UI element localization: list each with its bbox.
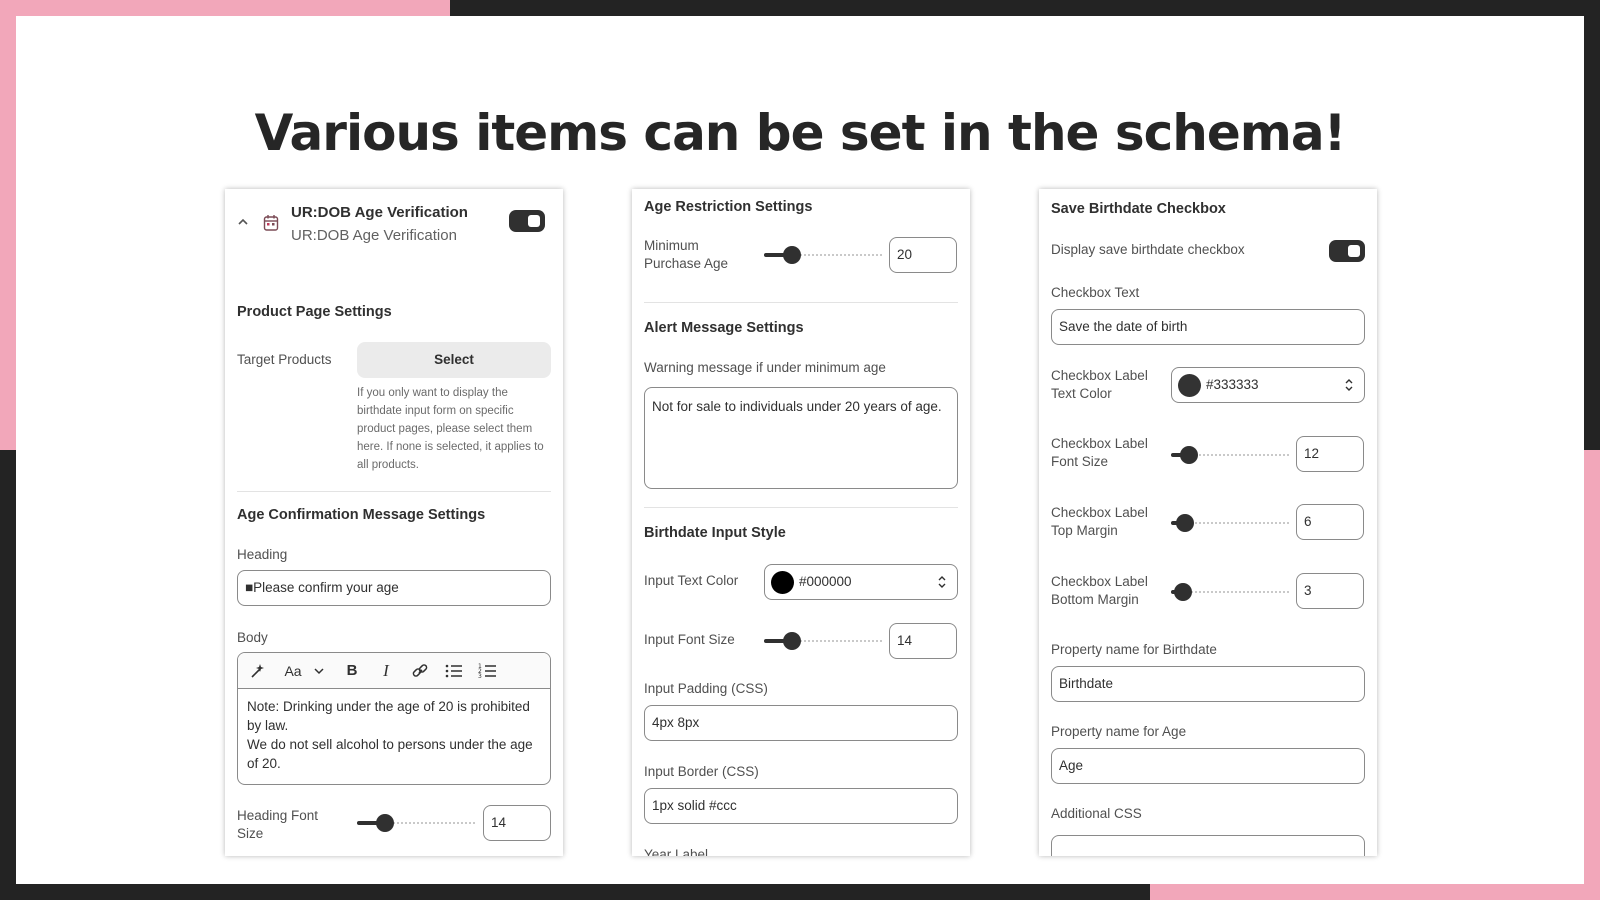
alert-section-title: Alert Message Settings xyxy=(644,320,804,336)
divider xyxy=(644,302,958,303)
chevron-down-icon[interactable] xyxy=(313,661,325,681)
slider-thumb[interactable] xyxy=(376,814,394,832)
divider xyxy=(644,507,958,508)
link-icon[interactable] xyxy=(411,661,429,681)
product-page-section-title: Product Page Settings xyxy=(237,304,392,320)
label-top-margin-slider[interactable] xyxy=(1171,513,1289,533)
editor-toolbar: Aa B I 1 2 3 xyxy=(238,653,550,689)
slider-thumb[interactable] xyxy=(783,632,801,650)
heading-input[interactable]: ■Please confirm your age xyxy=(237,570,551,606)
label-color-value: #333333 xyxy=(1206,377,1259,392)
bullet-list-icon[interactable] xyxy=(444,661,464,681)
divider xyxy=(237,491,551,492)
body-content: Note: Drinking under the age of 20 is pr… xyxy=(247,697,541,773)
numbered-list-icon[interactable]: 1 2 3 xyxy=(478,661,498,681)
display-checkbox-toggle[interactable] xyxy=(1329,240,1365,262)
input-text-color-select[interactable]: #000000 xyxy=(764,564,958,600)
prop-birthdate-input[interactable]: Birthdate xyxy=(1051,666,1365,702)
checkbox-text-label: Checkbox Text xyxy=(1051,285,1140,300)
color-swatch xyxy=(1178,374,1201,397)
label-bottom-margin-label: Checkbox Label Bottom Margin xyxy=(1051,574,1148,607)
target-products-help-text: If you only want to display the birthdat… xyxy=(357,387,544,471)
input-font-size-label: Input Font Size xyxy=(644,632,735,647)
heading-label: Heading xyxy=(237,547,288,562)
panel-age-restriction: Age Restriction Settings Minimum Purchas… xyxy=(632,189,970,856)
input-padding-label: Input Padding (CSS) xyxy=(644,681,768,696)
heading-font-size-label: Heading Font Size xyxy=(237,808,319,841)
prop-age-label: Property name for Age xyxy=(1051,724,1187,739)
app-enabled-toggle[interactable] xyxy=(509,210,545,232)
input-border-label: Input Border (CSS) xyxy=(644,764,759,779)
additional-css-label: Additional CSS xyxy=(1051,806,1142,821)
input-padding-field[interactable]: 4px 8px xyxy=(644,705,958,741)
input-border-field[interactable]: 1px solid #ccc xyxy=(644,788,958,824)
min-age-label: Minimum Purchase Age xyxy=(644,238,729,271)
app-subtitle: UR:DOB Age Verification xyxy=(291,227,457,244)
label-bottom-margin-slider[interactable] xyxy=(1171,582,1289,602)
slider-thumb[interactable] xyxy=(1176,514,1194,532)
label-top-margin-label: Checkbox Label Top Margin xyxy=(1051,505,1148,538)
heading-font-size-slider[interactable] xyxy=(357,813,475,833)
warning-message-label: Warning message if under minimum age xyxy=(644,360,886,375)
label-font-size-slider[interactable] xyxy=(1171,445,1289,465)
panel-save-birthdate: Save Birthdate Checkbox Display save bir… xyxy=(1039,189,1377,856)
label-font-size-label: Checkbox Label Font Size xyxy=(1051,436,1148,469)
year-label-label: Year Label xyxy=(644,847,709,856)
age-restriction-section-title: Age Restriction Settings xyxy=(644,199,813,215)
font-style-button[interactable]: Aa xyxy=(282,661,304,681)
input-font-size-input[interactable]: 14 xyxy=(889,623,957,659)
body-line-1: Note: Drinking under the age of 20 is pr… xyxy=(247,699,530,733)
display-checkbox-label: Display save birthdate checkbox xyxy=(1051,242,1245,257)
color-swatch xyxy=(771,571,794,594)
app-title: UR:DOB Age Verification xyxy=(291,204,468,221)
chevron-up-icon[interactable] xyxy=(237,217,249,227)
heading-font-size-input[interactable]: 14 xyxy=(483,805,551,841)
slider-thumb[interactable] xyxy=(1180,446,1198,464)
magic-icon[interactable] xyxy=(248,661,266,681)
panel-app-settings: UR:DOB Age Verification UR:DOB Age Verif… xyxy=(225,189,563,856)
label-color-select[interactable]: #333333 xyxy=(1171,367,1365,403)
min-age-input[interactable]: 20 xyxy=(889,237,957,273)
prop-age-input[interactable]: Age xyxy=(1051,748,1365,784)
body-label: Body xyxy=(237,630,268,645)
age-confirmation-section-title: Age Confirmation Message Settings xyxy=(237,507,486,523)
bold-button[interactable]: B xyxy=(343,661,361,681)
checkbox-text-input[interactable]: Save the date of birth xyxy=(1051,309,1365,345)
select-arrows-icon xyxy=(1345,379,1353,391)
save-birthdate-section-title: Save Birthdate Checkbox xyxy=(1051,201,1226,217)
label-top-margin-input[interactable]: 6 xyxy=(1296,504,1364,540)
italic-button[interactable]: I xyxy=(377,661,395,681)
slider-thumb[interactable] xyxy=(1174,583,1192,601)
label-bottom-margin-input[interactable]: 3 xyxy=(1296,573,1364,609)
additional-css-textarea[interactable] xyxy=(1051,835,1365,856)
prop-birthdate-label: Property name for Birthdate xyxy=(1051,642,1217,657)
slider-thumb[interactable] xyxy=(783,246,801,264)
select-products-button[interactable]: Select xyxy=(357,342,551,378)
svg-text:3: 3 xyxy=(478,673,482,680)
body-line-2: We do not sell alcohol to persons under … xyxy=(247,737,533,771)
calendar-icon xyxy=(263,215,279,231)
select-arrows-icon xyxy=(938,576,946,588)
target-products-label: Target Products xyxy=(237,352,332,367)
label-font-size-input[interactable]: 12 xyxy=(1296,436,1364,472)
input-font-size-slider[interactable] xyxy=(764,631,882,651)
body-rich-text-editor[interactable]: Aa B I 1 2 3 Note: Drinking under the ag… xyxy=(237,652,551,785)
input-style-section-title: Birthdate Input Style xyxy=(644,525,786,541)
warning-message-textarea[interactable]: Not for sale to individuals under 20 yea… xyxy=(644,387,958,489)
input-text-color-label: Input Text Color xyxy=(644,573,739,588)
min-age-slider[interactable] xyxy=(764,245,882,265)
label-color-label: Checkbox Label Text Color xyxy=(1051,368,1148,401)
input-text-color-value: #000000 xyxy=(799,574,852,589)
slide-title: Various items can be set in the schema! xyxy=(254,104,1347,162)
